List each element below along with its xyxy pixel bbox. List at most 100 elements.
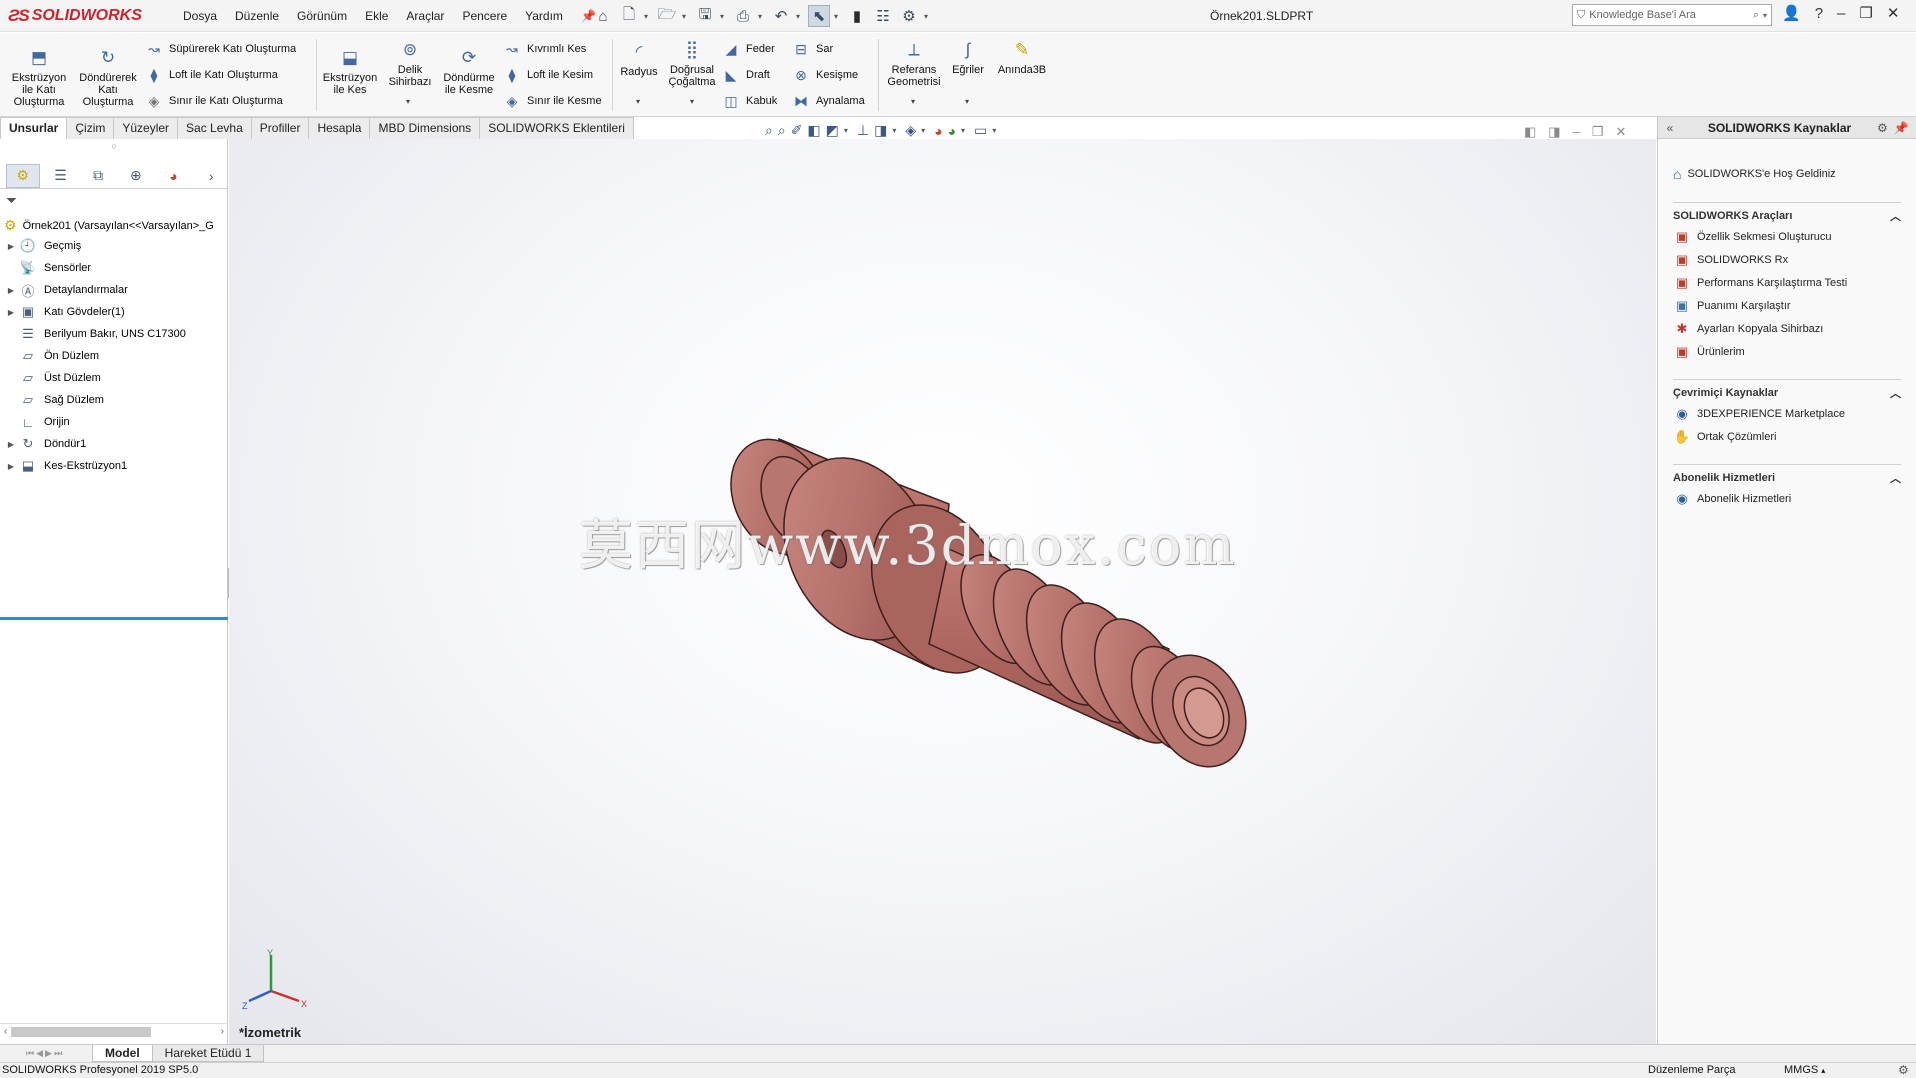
menu-file[interactable]: Dosya (174, 9, 226, 23)
minimize-icon[interactable]: – (1837, 5, 1845, 22)
tree-item-front-plane[interactable]: ▱ Ön Düzlem (0, 345, 228, 367)
link-compare-score[interactable]: ▣ Puanımı Karşılaştır (1673, 294, 1901, 317)
search-dropdown-icon[interactable]: ▾ (1763, 11, 1767, 20)
tile-right-icon[interactable]: ◨ (1548, 124, 1560, 140)
display-style-icon[interactable]: ◨ (874, 122, 887, 139)
pane-settings-gear-icon[interactable]: ⚙ (1877, 121, 1888, 135)
expand-arrow-icon[interactable]: ▶ (4, 286, 18, 295)
tab-evaluate[interactable]: Hesapla (308, 117, 371, 139)
search-icon[interactable]: ⌕ (1753, 9, 1759, 22)
apply-scene-icon[interactable]: ◕ (948, 123, 956, 139)
collapse-chevron-icon[interactable]: ︿ (1890, 208, 1901, 224)
reference-geometry-dropdown-icon[interactable]: ▾ (911, 97, 915, 106)
link-3dexperience-marketplace[interactable]: ◉ 3DEXPERIENCE Marketplace (1673, 402, 1901, 425)
options-dropdown-icon[interactable]: ▾ (924, 12, 932, 21)
rib-button[interactable]: ◢ Feder (722, 39, 775, 59)
collapse-chevron-icon[interactable]: ︿ (1890, 385, 1901, 401)
save-icon[interactable]: 🖫 (694, 5, 716, 27)
tab-mbd-dimensions[interactable]: MBD Dimensions (369, 117, 481, 139)
mirror-button[interactable]: ⧓ Aynalama (792, 91, 865, 111)
previous-view-icon[interactable]: ✐ (791, 122, 803, 139)
menu-tools[interactable]: Araçlar (397, 9, 453, 23)
pin-pane-icon[interactable]: 📌 (1894, 121, 1909, 135)
options-gear-icon[interactable]: ⚙ (898, 5, 920, 27)
open-dropdown-icon[interactable]: ▾ (682, 12, 690, 21)
part-root-node[interactable]: ⚙ Örnek201 (Varsayılan<<Varsayılan>_G (4, 217, 226, 234)
select-pointer-icon[interactable]: ⬉ (808, 5, 830, 27)
zoom-to-area-icon[interactable]: ⌕ (778, 122, 786, 139)
scroll-thumb[interactable] (11, 1026, 152, 1037)
menu-insert[interactable]: Ekle (356, 9, 397, 23)
instant3d-button[interactable]: ✎ Anında3B (994, 39, 1050, 76)
sweep-boss-button[interactable]: ↝ Süpürerek Katı Oluşturma (145, 39, 296, 59)
tab-features[interactable]: Unsurlar (0, 117, 68, 139)
curves-button[interactable]: ∫ Eğriler (948, 39, 988, 76)
extrude-cut-button[interactable]: ⬓ Ekstrüzyon ile Kes (318, 47, 382, 96)
loft-cut-button[interactable]: ⧫ Loft ile Kesim (503, 65, 594, 85)
tree-item-sensors[interactable]: 📡 Sensörler (0, 257, 228, 279)
expand-panel-chevron-icon[interactable]: › (194, 164, 228, 188)
print-icon[interactable]: ⎙ (732, 5, 754, 27)
welcome-link[interactable]: ⌂ SOLIDWORKS'e Hoş Geldiniz (1673, 162, 1916, 186)
tab-profiles[interactable]: Profiller (250, 117, 310, 139)
section-header[interactable]: SOLIDWORKS Araçları ︿ (1673, 207, 1901, 225)
collapse-chevron-icon[interactable]: ︿ (1890, 470, 1901, 486)
file-properties-icon[interactable]: ☷ (872, 5, 894, 27)
tree-item-material[interactable]: ☰ Berilyum Bakır, UNS C17300 (0, 323, 228, 345)
link-copy-settings-wizard[interactable]: ✱ Ayarları Kopyala Sihirbazı (1673, 317, 1901, 340)
tab-surfaces[interactable]: Yüzeyler (113, 117, 179, 139)
tab-sheet-metal[interactable]: Sac Levha (177, 117, 252, 139)
search-input[interactable]: Knowledge Base'i Ara (1589, 9, 1749, 21)
scroll-right-icon[interactable]: › (221, 1026, 228, 1037)
view-settings-icon[interactable]: ▭ (974, 122, 987, 139)
knowledge-base-search[interactable]: ⛉ Knowledge Base'i Ara ⌕ ▾ (1572, 4, 1772, 26)
unit-system-selector[interactable]: MMGS ▴ (1784, 1064, 1825, 1076)
tree-item-solid-bodies[interactable]: ▶ ▣ Katı Gövdeler(1) (0, 301, 228, 323)
loft-boss-button[interactable]: ⧫ Loft ile Katı Oluşturma (145, 65, 278, 85)
select-dropdown-icon[interactable]: ▾ (834, 12, 842, 21)
section-header[interactable]: Abonelik Hizmetleri ︿ (1673, 469, 1901, 487)
open-folder-icon[interactable]: 🗁 (656, 5, 678, 27)
expand-arrow-icon[interactable]: ▶ (4, 308, 18, 317)
prev-tab-icon[interactable]: ◀ (36, 1048, 43, 1059)
extrude-boss-button[interactable]: ⬒ Ekstrüzyon ile Katı Oluşturma (8, 47, 70, 108)
dimxpert-manager-icon[interactable]: ⊕ (119, 164, 153, 188)
hole-wizard-button[interactable]: ⊚ Delik Sihirbazı (384, 39, 436, 88)
revolve-boss-button[interactable]: ↻ Döndürerek Katı Oluşturma (74, 47, 142, 108)
link-subscription-services[interactable]: ◉ Abonelik Hizmetleri (1673, 487, 1901, 510)
doc-close-icon[interactable]: ✕ (1615, 124, 1626, 140)
fillet-dropdown-icon[interactable]: ▾ (636, 97, 640, 106)
panel-grip[interactable]: ○ (0, 139, 228, 157)
print-dropdown-icon[interactable]: ▾ (758, 12, 766, 21)
link-partner-solutions[interactable]: ✋ Ortak Çözümleri (1673, 425, 1901, 448)
undo-dropdown-icon[interactable]: ▾ (796, 12, 804, 21)
horizontal-scrollbar[interactable]: ‹ › (0, 1023, 228, 1039)
property-manager-icon[interactable]: ☰ (44, 164, 78, 188)
doc-minimize-icon[interactable]: – (1573, 124, 1580, 140)
configuration-manager-icon[interactable]: ⧉ (81, 164, 115, 188)
link-performance-benchmark[interactable]: ▣ Performans Karşılaştırma Testi (1673, 271, 1901, 294)
status-bar-customize-icon[interactable]: ⚙ (1898, 1063, 1909, 1077)
expand-arrow-icon[interactable]: ▶ (4, 462, 18, 471)
filter-icon[interactable]: ⏷ (6, 192, 17, 209)
tree-item-annotations[interactable]: ▶ Ⓐ Detaylandırmalar (0, 279, 228, 301)
reference-geometry-button[interactable]: ⟂ Referans Geometrisi (880, 39, 948, 88)
display-manager-icon[interactable]: ◕ (157, 164, 191, 188)
menu-help[interactable]: Yardım (516, 9, 572, 23)
solidworks-logo[interactable]: ƧS SOLIDWORKS (8, 3, 142, 29)
new-document-icon[interactable]: 🗋 (618, 5, 640, 27)
zoom-to-fit-icon[interactable]: ⌕ (765, 122, 773, 139)
graphics-area[interactable]: 莫西网www.3dmox.com Y X Z *İzometrik ⌂ ▥ ▦ … (229, 139, 1656, 1044)
tree-item-history[interactable]: ▶ 🕘 Geçmiş (0, 235, 228, 257)
section-header[interactable]: Çevrimiçi Kaynaklar ︿ (1673, 384, 1901, 402)
last-tab-icon[interactable]: ⏭ (54, 1048, 62, 1059)
draft-button[interactable]: ◣ Draft (722, 65, 770, 85)
menu-window[interactable]: Pencere (453, 9, 516, 23)
link-my-products[interactable]: ▣ Ürünlerim (1673, 340, 1901, 363)
link-solidworks-rx[interactable]: ▣ SOLIDWORKS Rx (1673, 248, 1901, 271)
scroll-left-icon[interactable]: ‹ (0, 1026, 7, 1037)
linear-pattern-button[interactable]: ⣿ Doğrusal Çoğaltma (664, 39, 720, 88)
menu-view[interactable]: Görünüm (288, 9, 356, 23)
pattern-dropdown-icon[interactable]: ▾ (690, 97, 694, 106)
expand-arrow-icon[interactable]: ▶ (4, 242, 18, 251)
